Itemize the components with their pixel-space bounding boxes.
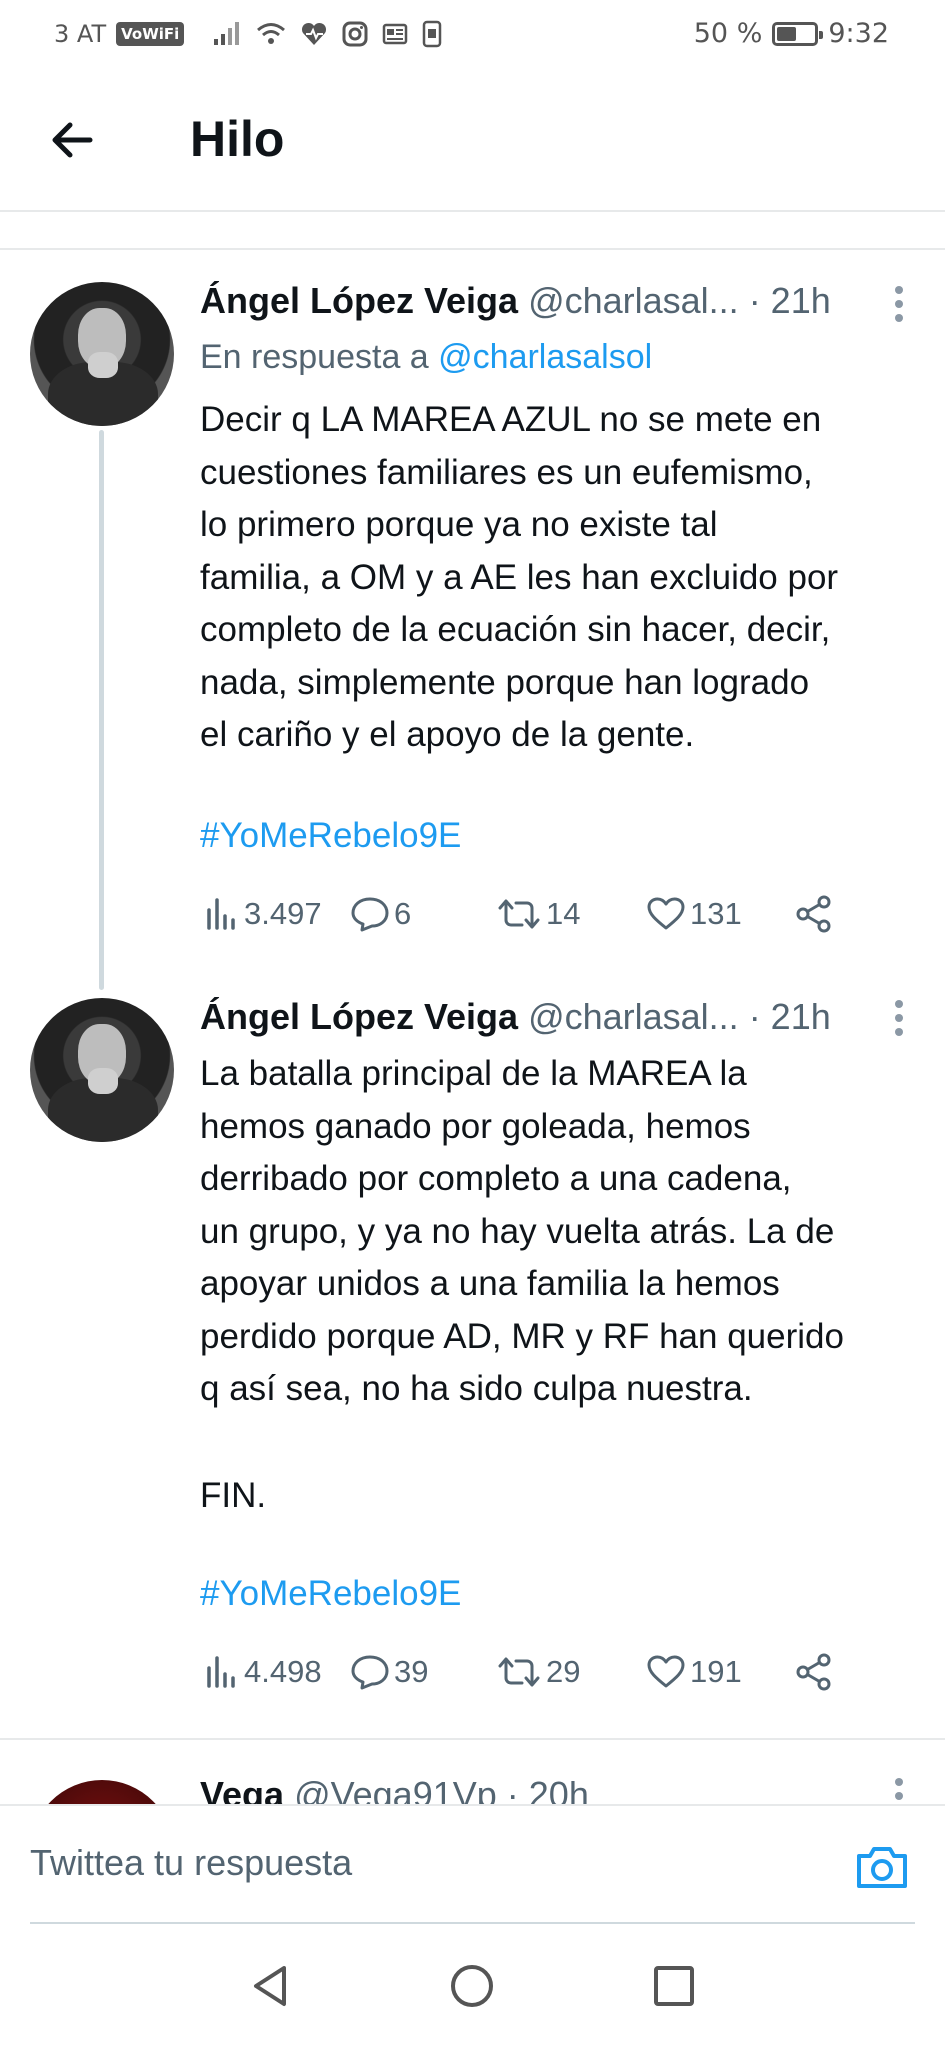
tweet-line: el cariño y el apoyo de la gente. [200,715,695,754]
author-name[interactable]: Ángel López Veiga [200,280,518,322]
signal-icon [214,22,240,45]
tweet-time: · 21h [748,996,831,1037]
tweet-line: perdido porque AD, MR y RF han querido [200,1316,844,1356]
views-action[interactable]: 4.498 [204,1654,322,1690]
tweet-line: cuestiones familiares es un eufemismo, [200,452,813,492]
reply-count: 6 [394,896,412,931]
tweet-meta: Vega @Vega91Vp · 20h [200,1774,589,1804]
author-handle[interactable]: @charlasal... [528,996,739,1038]
more-options-icon[interactable] [893,1778,905,1804]
author-name[interactable]: Ángel López Veiga [200,996,518,1038]
camera-icon[interactable] [855,1842,909,1892]
tweet-line: un grupo, y ya no hay vuelta atrás. La d… [200,1211,835,1251]
reply-action[interactable]: 6 [350,896,411,932]
tweet-line: nada, simplemente porque han logrado [200,662,810,702]
avatar[interactable] [30,1780,174,1804]
share-action[interactable] [794,894,834,934]
tweet-line: FIN. [200,1476,267,1515]
tweet-meta: Ángel López Veiga @charlasal... · 21h [200,280,831,322]
status-bar: 3 AT VoWiFi 50 % 9:32 [0,0,945,66]
back-arrow-icon[interactable] [44,112,100,168]
reply-context: En respuesta a @charlasalsol [200,338,652,377]
views-icon [207,1656,235,1688]
retweet-action[interactable]: 14 [496,896,580,932]
instagram-icon [342,21,368,47]
tweet-line: Decir q LA MAREA AZUL no se mete en [200,400,822,439]
like-count: 191 [690,1654,742,1689]
tweet-body: La batalla principal de la MAREA la hemo… [200,1048,920,1416]
tweet-actions: 3.497 6 14 131 [200,886,880,942]
more-options-icon[interactable] [893,1000,905,1036]
tweet-line: q así sea, no ha sido culpa nuestra. [200,1369,753,1408]
vowifi-badge: VoWiFi [116,22,185,46]
share-icon [796,895,831,933]
heart-icon [647,897,685,930]
like-action[interactable]: 131 [646,896,742,932]
views-action[interactable]: 3.497 [204,896,322,932]
reply-icon [351,897,389,932]
avatar[interactable] [30,998,174,1142]
tweet-line: apoyar unidos a una familia la hemos [200,1264,780,1303]
share-icon [796,1653,831,1691]
tweet-line: La batalla principal de la MAREA la [200,1054,747,1093]
app-header: Hilo [0,66,945,212]
reply-handle-link[interactable]: @charlasalsol [438,338,652,376]
views-count: 4.498 [244,1654,322,1689]
retweet-icon [498,899,540,929]
reply-action[interactable]: 39 [350,1654,428,1690]
reply-input[interactable]: Twittea tu respuesta [30,1842,352,1884]
tweet-time: · 21h [748,280,831,321]
tweet-2[interactable]: Ángel López Veiga @charlasal... · 21h La… [0,970,945,1730]
news-icon [383,23,408,45]
tweet-meta: Ángel López Veiga @charlasal... · 21h [200,996,831,1038]
battery-percent: 50 % [693,18,763,49]
clock: 9:32 [828,18,889,49]
tweet-1[interactable]: Ángel López Veiga @charlasal... · 21h En… [0,250,945,990]
health-icon [302,22,327,45]
nav-home-icon[interactable] [448,1962,496,2010]
battery-icon [772,21,824,46]
wifi-icon [257,23,286,44]
tweet-line: completo de la ecuación sin hacer, decir… [200,610,831,649]
phone-manager-icon [423,20,442,48]
reply-icon [351,1655,389,1690]
retweet-count: 14 [546,896,581,931]
retweet-icon [498,1657,540,1687]
author-handle[interactable]: @Vega91Vp [294,1774,497,1804]
views-icon [207,898,235,930]
page-title: Hilo [190,111,285,167]
tweet-line: familia, a OM y a AE les han excluido po… [200,557,839,597]
tweet-line: lo primero porque ya no existe tal [200,505,718,544]
tweet-actions: 4.498 39 29 191 [200,1644,880,1700]
author-name[interactable]: Vega [200,1774,284,1804]
nav-back-icon[interactable] [246,1962,294,2010]
reply-count: 39 [394,1654,429,1689]
thread-connector [99,430,104,990]
more-options-icon[interactable] [893,286,905,322]
retweet-action[interactable]: 29 [496,1654,580,1690]
reply-prefix: En respuesta a [200,338,429,376]
tweet-line: derribado por completo a una cadena, [200,1159,792,1198]
system-nav-bar [0,1924,945,2048]
hashtag-link[interactable]: #YoMeRebelo9E [200,816,461,856]
reply-compose-bar: Twittea tu respuesta [0,1804,945,1924]
tweet-3[interactable]: Vega @Vega91Vp · 20h [0,1740,945,1804]
heart-icon [647,1655,685,1688]
nav-recents-icon[interactable] [650,1962,698,2010]
author-handle[interactable]: @charlasal... [528,280,739,322]
hashtag-link[interactable]: #YoMeRebelo9E [200,1574,461,1614]
tweet-line: hemos ganado por goleada, hemos [200,1106,751,1146]
tweet-time: · 20h [506,1774,589,1804]
avatar[interactable] [30,282,174,426]
tweet-body: Decir q LA MAREA AZUL no se mete en cues… [200,394,920,762]
carrier-label: 3 AT [54,20,107,48]
like-action[interactable]: 191 [646,1654,742,1690]
retweet-count: 29 [546,1654,581,1689]
views-count: 3.497 [244,896,322,931]
share-action[interactable] [794,1652,834,1692]
like-count: 131 [690,896,742,931]
tweet-fin: FIN. [200,1470,920,1523]
